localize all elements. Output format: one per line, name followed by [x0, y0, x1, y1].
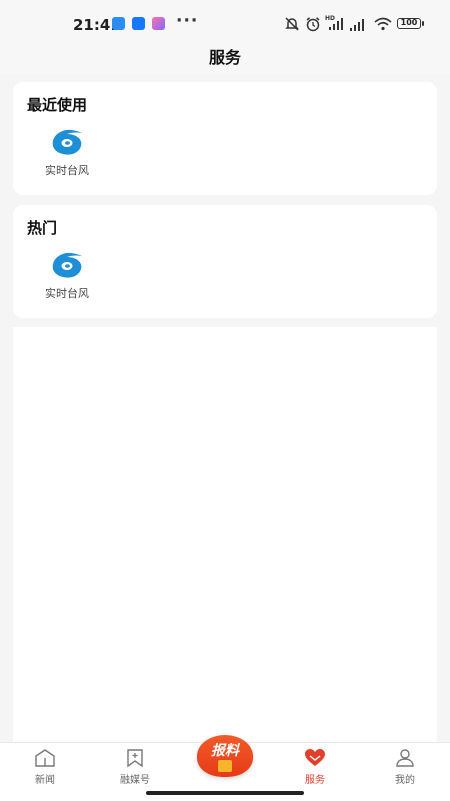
signal-hd-icon: HD — [325, 15, 343, 30]
section-title-hot: 热门 — [27, 219, 58, 237]
bookmark-icon — [127, 749, 143, 768]
header: 服务 — [0, 44, 450, 74]
alarm-icon — [306, 17, 320, 32]
report-button[interactable]: 报料 — [197, 735, 253, 777]
section-title-recent: 最近使用 — [27, 96, 88, 114]
service-label: 实时台风 — [45, 164, 89, 177]
nav-item-media[interactable]: 融媒号 — [105, 748, 165, 786]
status-bar: 21:41 ··· HD 100 — [0, 0, 450, 44]
hot-section: 热门 实时台风 — [13, 205, 437, 318]
svg-text:HD: HD — [325, 15, 335, 22]
service-label: 实时台风 — [45, 287, 89, 300]
report-label: 报料 — [211, 743, 239, 759]
content-panel — [13, 327, 437, 747]
report-box-icon — [218, 760, 232, 772]
home-indicator[interactable] — [146, 791, 304, 795]
signal-icon — [350, 19, 364, 31]
nav-item-news[interactable]: 新闻 — [15, 748, 75, 786]
page-title: 服务 — [208, 48, 241, 67]
gallery-icon — [152, 17, 165, 30]
nav-label-services: 服务 — [305, 775, 325, 786]
nav-item-profile[interactable]: 我的 — [375, 748, 435, 786]
nav-label-news: 新闻 — [35, 775, 55, 786]
home-icon — [35, 749, 55, 767]
nav-label-profile: 我的 — [395, 775, 415, 786]
recent-section: 最近使用 实时台风 — [13, 82, 437, 195]
service-item-typhoon[interactable]: 实时台风 — [35, 249, 99, 301]
battery-icon: 100 — [397, 18, 424, 29]
more-notifications: ··· — [176, 11, 199, 31]
app-icon — [132, 17, 145, 30]
wifi-icon — [374, 17, 392, 31]
mute-icon — [285, 17, 299, 31]
service-item-typhoon[interactable]: 实时台风 — [35, 126, 99, 178]
heart-icon — [305, 749, 325, 766]
nav-item-services[interactable]: 服务 — [285, 748, 345, 786]
typhoon-icon — [52, 252, 82, 278]
typhoon-icon — [52, 129, 82, 155]
nav-label-media: 融媒号 — [120, 775, 150, 786]
message-icon — [112, 17, 125, 30]
user-icon — [396, 749, 414, 767]
